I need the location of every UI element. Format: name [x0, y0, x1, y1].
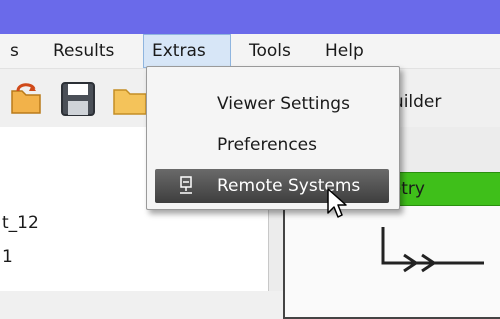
open-folder-icon[interactable] — [112, 82, 148, 118]
menu-item-tools[interactable]: Tools — [241, 34, 299, 68]
server-icon — [180, 176, 192, 194]
extras-dropdown-menu: Viewer Settings Preferences Remote Syste… — [146, 66, 400, 210]
save-icon[interactable] — [59, 80, 97, 118]
window-titlebar — [0, 0, 500, 34]
tree-item[interactable]: 1 — [2, 247, 13, 267]
reload-icon[interactable] — [4, 79, 44, 117]
menu-bar: s Results Extras Tools Help — [0, 34, 500, 69]
menu-item-help[interactable]: Help — [317, 34, 372, 68]
menu-item-results[interactable]: Results — [45, 34, 122, 68]
tree-item[interactable]: t_12 — [2, 213, 39, 233]
menu-item-viewer-settings[interactable]: Viewer Settings — [217, 94, 350, 114]
menu-item-partial[interactable]: s — [2, 34, 27, 68]
menu-item-preferences[interactable]: Preferences — [217, 135, 317, 155]
menu-item-remote-systems[interactable]: Remote Systems — [155, 169, 389, 203]
menu-item-extras[interactable]: Extras — [143, 34, 231, 68]
connector-arrow-icon — [381, 227, 484, 273]
mouse-cursor-icon — [327, 188, 347, 218]
